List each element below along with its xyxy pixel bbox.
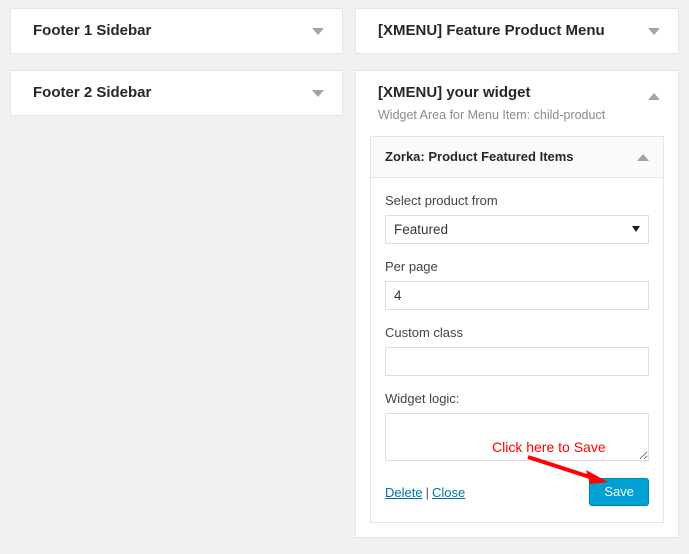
chevron-up-icon[interactable] [637, 154, 649, 161]
widget-zorka-product-featured-items: Zorka: Product Featured Items Select pro… [370, 136, 664, 523]
widget-action-row: Delete | Close Save [385, 478, 649, 508]
chevron-up-icon[interactable] [648, 93, 660, 100]
sidebar-panel-feature-product-menu: [XMENU] Feature Product Menu [355, 8, 679, 54]
action-separator: | [425, 485, 429, 500]
close-link[interactable]: Close [432, 485, 465, 500]
sidebar-panel-feature-product-menu-header[interactable]: [XMENU] Feature Product Menu [356, 9, 678, 53]
left-sidebar-column: Footer 1 Sidebar Footer 2 Sidebar [10, 8, 343, 132]
widget-logic-label: Widget logic: [385, 391, 460, 406]
chevron-down-icon[interactable] [312, 28, 324, 35]
per-page-input[interactable] [385, 281, 649, 310]
custom-class-input[interactable] [385, 347, 649, 376]
field-select-product-from: Select product from Featured [385, 192, 649, 244]
widgets-admin-page: Footer 1 Sidebar Footer 2 Sidebar [XMENU… [0, 0, 689, 538]
custom-class-label: Custom class [385, 325, 464, 340]
chevron-down-icon[interactable] [312, 90, 324, 97]
sidebar-panel-feature-product-menu-title: [XMENU] Feature Product Menu [378, 22, 605, 39]
widget-body: Select product from Featured Per page 4 … [371, 178, 663, 522]
widget-header[interactable]: Zorka: Product Featured Items [371, 137, 663, 178]
field-per-page: Per page [385, 258, 649, 310]
sidebar-panel-footer-2-title: Footer 2 Sidebar [33, 84, 152, 101]
sidebar-panel-your-widget-description: Widget Area for Menu Item: child-product [378, 108, 606, 122]
sidebar-panel-footer-2-header[interactable]: Footer 2 Sidebar [11, 71, 342, 115]
select-product-from-input[interactable]: Featured [385, 215, 649, 244]
sidebar-panel-footer-2: Footer 2 Sidebar [10, 70, 343, 116]
sidebar-panel-your-widget-body: Zorka: Product Featured Items Select pro… [356, 136, 678, 537]
annotation-label: Click here to Save [492, 439, 606, 455]
save-button[interactable]: Save [589, 478, 649, 506]
sidebar-panel-footer-1-title: Footer 1 Sidebar [33, 22, 152, 39]
sidebar-panel-footer-1: Footer 1 Sidebar [10, 8, 343, 54]
per-page-label: Per page [385, 259, 438, 274]
select-product-from-wrapper: Featured [385, 215, 649, 244]
field-custom-class: Custom class [385, 324, 649, 376]
sidebar-panel-your-widget-title: [XMENU] your widget [378, 84, 531, 101]
chevron-down-icon[interactable] [648, 28, 660, 35]
right-sidebar-column: [XMENU] Feature Product Menu [XMENU] you… [355, 8, 679, 554]
sidebar-panel-your-widget: [XMENU] your widget Widget Area for Menu… [355, 70, 679, 538]
widget-title: Zorka: Product Featured Items [385, 149, 574, 164]
sidebar-panel-footer-1-header[interactable]: Footer 1 Sidebar [11, 9, 342, 53]
sidebar-panel-your-widget-header[interactable]: [XMENU] your widget Widget Area for Menu… [356, 71, 678, 136]
select-product-from-label: Select product from [385, 193, 498, 208]
delete-link[interactable]: Delete [385, 485, 423, 500]
